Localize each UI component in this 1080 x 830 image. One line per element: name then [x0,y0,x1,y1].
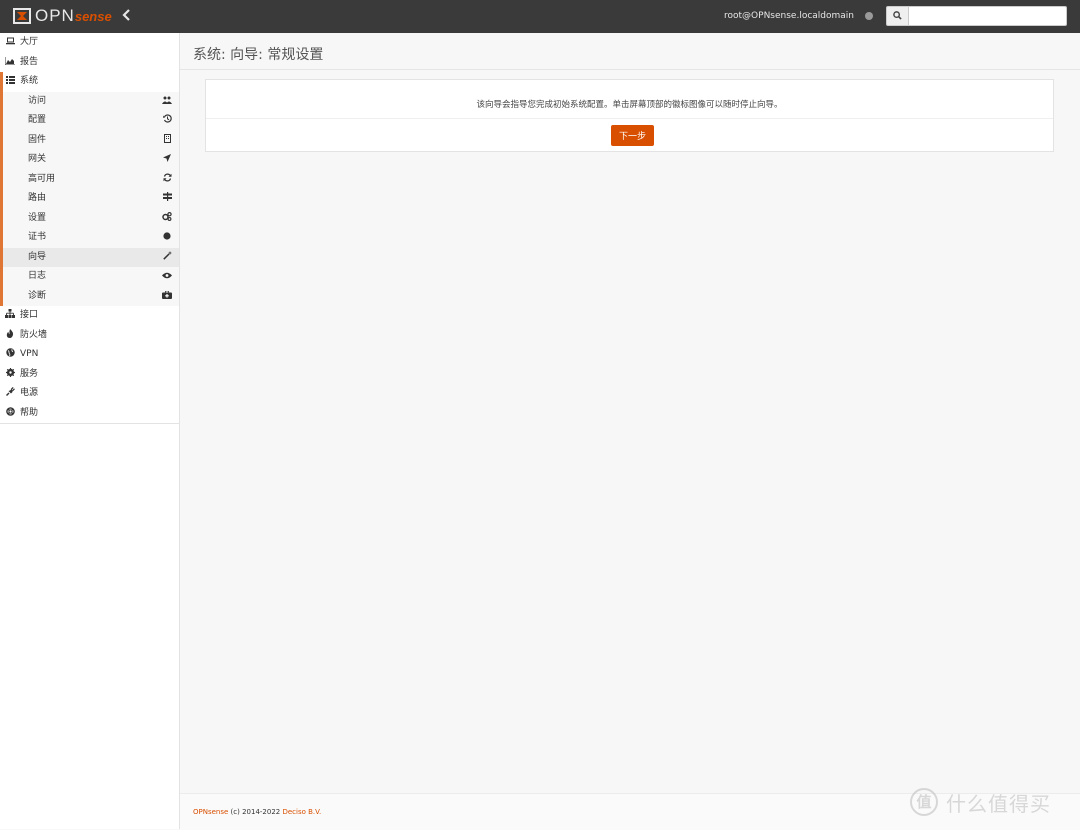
sidebar-subitem-label: 高可用 [28,173,56,184]
sidebar-item-label: 接口 [20,310,39,320]
logo-text-main: OPN [35,5,75,25]
sidebar-subitem-label: 访问 [28,95,47,106]
sidebar-item-reports[interactable]: 报告 [0,53,179,73]
sidebar-item-label: 系统 [20,76,39,86]
page-title: 系统: 向导: 常规设置 [193,47,324,63]
sidebar-subitem-label: 设置 [28,212,47,223]
building-icon [162,131,172,151]
sidebar-divider [0,423,179,424]
footer-brand-link[interactable]: OPNsense [193,808,228,816]
sidebar-item-label: VPN [20,349,39,359]
sidebar-item-label: 防火墙 [20,329,48,340]
sidebar-subitem-label: 向导 [28,251,47,262]
sidebar-subitem-label: 网关 [28,154,47,164]
fire-icon [5,326,15,346]
cogs-icon [162,209,172,229]
eye-icon [162,267,172,287]
system-submenu: 访问 配置 固件 网关 高可用 路由 设置 证书 向导 日志 诊断 [0,91,179,307]
sidebar-item-label: 大厅 [20,37,39,47]
sidebar-item-vpn[interactable]: VPN [0,345,179,365]
refresh-icon [162,170,172,190]
wizard-panel: 该向导会指导您完成初始系统配置。单击屏幕顶部的徽标图像可以随时停止向导。 下一步 [205,79,1054,152]
life-ring-icon [5,404,15,424]
sidebar-subitem-gateways[interactable]: 网关 [3,150,179,170]
chevron-left-icon [122,9,130,21]
magic-wand-icon [162,248,172,268]
watermark-text: 什么值得买 [946,791,1051,816]
sidebar-subitem-config[interactable]: 配置 [3,111,179,131]
certificate-icon [162,228,172,248]
sidebar-subitem-high-availability[interactable]: 高可用 [3,170,179,190]
sidebar-item-help[interactable]: 帮助 [0,404,179,424]
sidebar-subitem-wizard[interactable]: 向导 [3,247,179,268]
users-icon [162,92,172,112]
sidebar-subitem-logs[interactable]: 日志 [3,267,179,287]
sidebar-subitem-diagnostics[interactable]: 诊断 [3,287,179,307]
footer-copyright-years: (c) 2014-2022 [230,808,281,816]
footer-copyright: OPNsense (c) 2014-2022 Deciso B.V. [193,808,321,816]
watermark-logo-icon: 值 [910,788,938,816]
sidebar-item-label: 电源 [20,388,39,398]
sidebar-subitem-access[interactable]: 访问 [3,92,179,112]
sidebar-subitem-label: 证书 [28,232,47,242]
search-input[interactable] [909,6,1067,26]
sidebar-subitem-label: 固件 [28,134,47,145]
sidebar-item-interfaces[interactable]: 接口 [0,306,179,326]
sidebar-item-label: 报告 [20,56,39,67]
wizard-intro-text: 该向导会指导您完成初始系统配置。单击屏幕顶部的徽标图像可以随时停止向导。 [206,80,1053,119]
watermark: 值 什么值得买 [910,787,1051,817]
sidebar-item-power[interactable]: 电源 [0,384,179,404]
cog-icon [5,365,15,385]
sidebar-item-firewall[interactable]: 防火墙 [0,326,179,346]
sidebar: 大厅 报告 系统 访问 配置 固件 网关 高可用 路由 设置 证书 向导 日志 … [0,33,180,829]
current-user[interactable]: root@OPNsense.localdomain [724,11,854,21]
next-button[interactable]: 下一步 [611,125,654,146]
globe-icon [5,345,15,365]
logo-wordmark: OPNsense [35,6,112,27]
sidebar-subitem-label: 诊断 [28,290,47,301]
search-icon [893,11,902,20]
sidebar-subitem-certificates[interactable]: 证书 [3,228,179,248]
location-arrow-icon [162,150,172,170]
sidebar-item-lobby[interactable]: 大厅 [0,33,179,53]
signpost-icon [162,189,172,209]
sidebar-subitem-routes[interactable]: 路由 [3,189,179,209]
laptop-icon [5,33,15,53]
opnsense-logo[interactable]: OPNsense [12,6,112,26]
status-indicator-icon[interactable] [865,12,873,20]
sidebar-menu: 大厅 报告 系统 访问 配置 固件 网关 高可用 路由 设置 证书 向导 日志 … [0,33,179,424]
top-navbar: OPNsense root@OPNsense.localdomain [0,0,1080,34]
medkit-icon [162,287,172,307]
history-icon [162,111,172,131]
footer-company-link[interactable]: Deciso B.V. [282,808,321,816]
sidebar-item-label: 服务 [20,368,39,379]
logo-text-accent: sense [74,8,112,24]
sidebar-item-services[interactable]: 服务 [0,365,179,385]
page-header: 系统: 向导: 常规设置 [180,33,1080,70]
sidebar-subitem-label: 配置 [28,115,47,125]
plug-icon [5,384,15,404]
list-icon [5,72,15,92]
sidebar-subitem-label: 路由 [28,193,47,203]
area-chart-icon [4,53,15,73]
sidebar-collapse-button[interactable] [120,9,134,23]
sidebar-subitem-firmware[interactable]: 固件 [3,131,179,151]
sitemap-icon [5,306,15,326]
sidebar-item-label: 帮助 [20,407,39,418]
sidebar-subitem-label: 日志 [28,271,47,281]
sidebar-subitem-settings[interactable]: 设置 [3,209,179,229]
sidebar-item-system[interactable]: 系统 [0,72,179,92]
opnsense-logo-icon [13,8,31,24]
search-button[interactable] [886,6,909,26]
